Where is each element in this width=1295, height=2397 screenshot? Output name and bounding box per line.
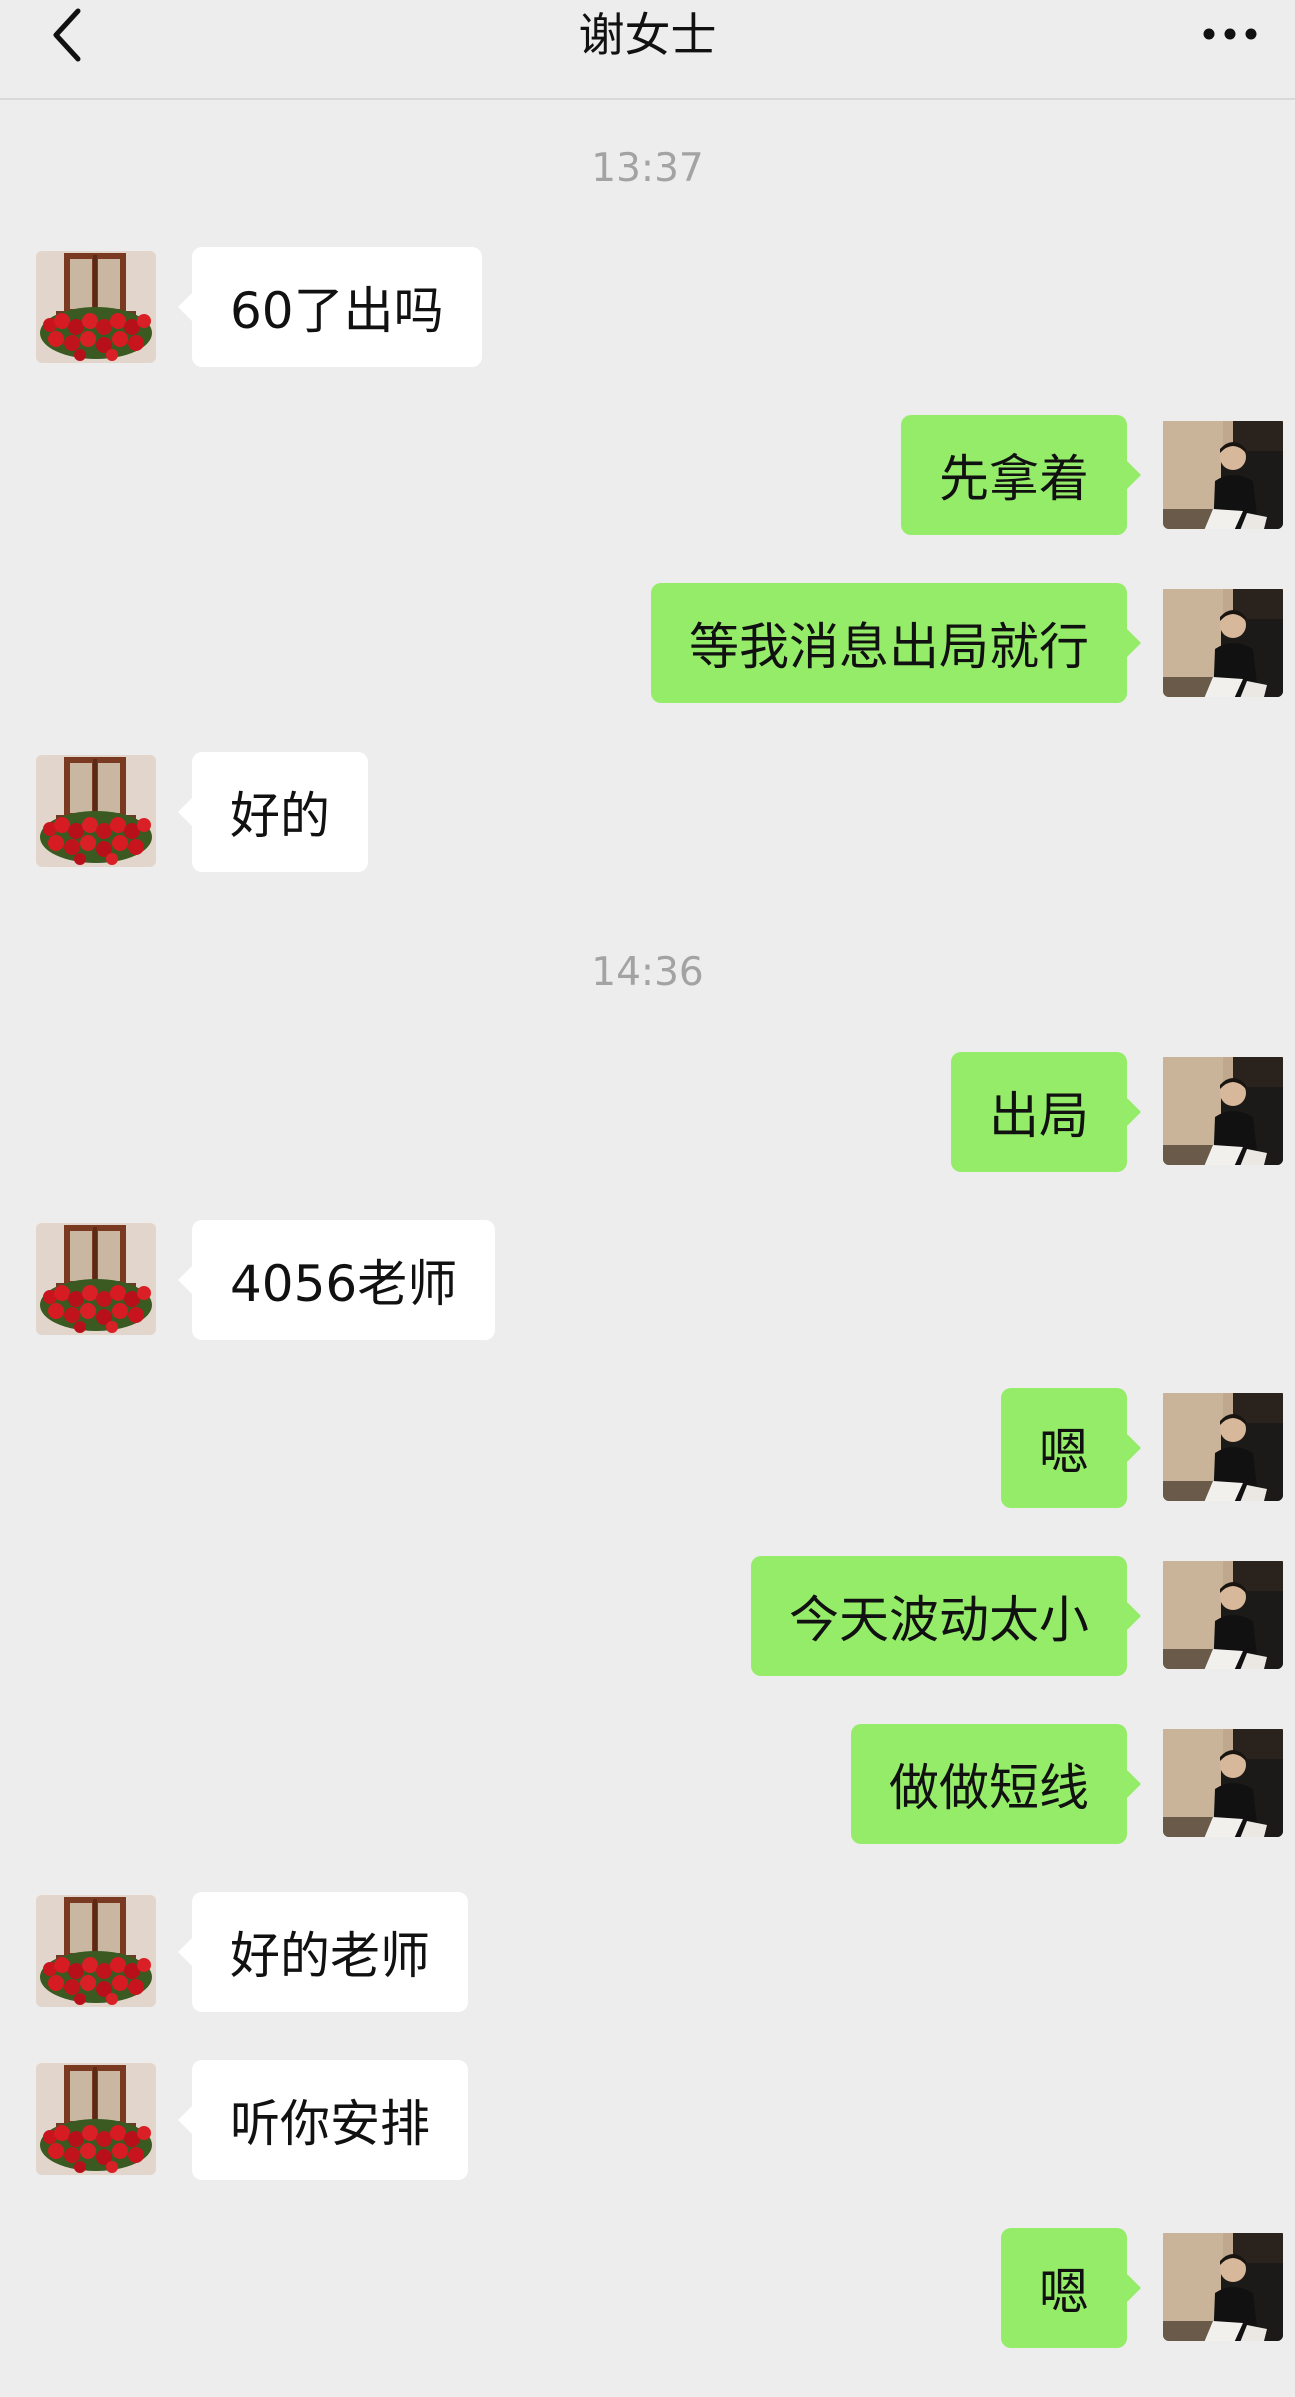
more-button[interactable] — [1195, 0, 1265, 70]
contact-avatar[interactable] — [36, 1223, 156, 1335]
my-avatar[interactable] — [1163, 1053, 1283, 1165]
message-bubble-received[interactable]: 60了出吗 — [178, 247, 482, 367]
contact-avatar[interactable] — [36, 2063, 156, 2175]
message-bubble-sent[interactable]: 等我消息出局就行 — [651, 583, 1141, 703]
message-bubble-received[interactable]: 好的 — [178, 752, 368, 872]
message-bubble-sent[interactable]: 先拿着 — [901, 415, 1141, 535]
message-bubble-sent[interactable]: 出局 — [951, 1052, 1141, 1172]
contact-avatar[interactable] — [36, 755, 156, 867]
message-bubble-received[interactable]: 听你安排 — [178, 2060, 468, 2180]
my-avatar[interactable] — [1163, 2229, 1283, 2341]
my-avatar[interactable] — [1163, 1389, 1283, 1501]
message-bubble-received[interactable]: 4056老师 — [177, 1220, 496, 1340]
message-bubble-sent[interactable]: 今天波动太小 — [751, 1556, 1141, 1676]
chat-header: 谢女士 — [0, 0, 1295, 100]
timestamp: 13:37 — [591, 146, 704, 191]
message-bubble-sent[interactable]: 做做短线 — [851, 1724, 1141, 1844]
contact-avatar[interactable] — [36, 251, 156, 363]
timestamp: 14:36 — [591, 950, 704, 995]
my-avatar[interactable] — [1163, 585, 1283, 697]
more-dots-icon — [1202, 26, 1258, 45]
message-bubble-sent[interactable]: 嗯 — [1001, 2228, 1141, 2348]
my-avatar[interactable] — [1163, 1725, 1283, 1837]
my-avatar[interactable] — [1163, 417, 1283, 529]
message-bubble-sent[interactable]: 嗯 — [1001, 1388, 1141, 1508]
message-bubble-received[interactable]: 好的老师 — [178, 1892, 468, 2012]
chat-title: 谢女士 — [578, 8, 717, 62]
my-avatar[interactable] — [1163, 1557, 1283, 1669]
contact-avatar[interactable] — [36, 1895, 156, 2007]
